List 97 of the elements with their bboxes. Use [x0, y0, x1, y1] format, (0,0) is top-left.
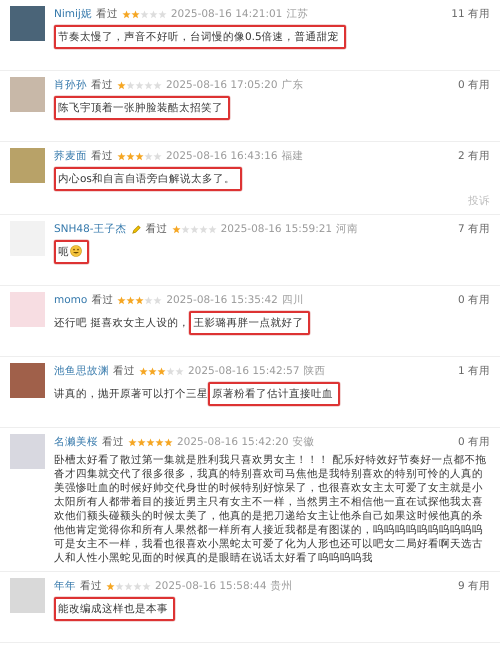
avatar-photo[interactable] — [10, 578, 45, 613]
star-icon — [198, 224, 208, 234]
comment-text: 节奏太慢了，声音不好听，台词慢的像0.5倍速，普通甜宠 — [58, 31, 339, 43]
star-icon — [157, 366, 166, 376]
star-icon — [148, 10, 158, 18]
helpful-count[interactable]: 7 有用 — [458, 221, 490, 237]
star-icon — [117, 296, 126, 304]
avatar-photo[interactable] — [10, 77, 45, 112]
comment-text: 能改编成这样也是本事 — [58, 603, 168, 615]
username-link[interactable]: SNH48-王子杰 — [54, 221, 127, 237]
star-icon — [106, 582, 115, 590]
helpful-count[interactable]: 0 有用 — [458, 292, 490, 308]
avatar-photo[interactable] — [10, 148, 45, 183]
star-icon — [140, 10, 149, 18]
helpful-count[interactable]: 1 有用 — [458, 363, 490, 379]
star-icon — [153, 296, 162, 304]
avatar-photo[interactable] — [10, 6, 45, 41]
star-icon — [122, 10, 131, 18]
star-icon — [155, 438, 164, 446]
username-link[interactable]: 名濑美桜 — [54, 434, 98, 450]
star-icon — [190, 224, 199, 234]
watched-status: 看过 — [91, 78, 113, 93]
comment-text: 呃 — [58, 246, 69, 258]
avatar-photo[interactable] — [10, 292, 45, 327]
star-icon — [144, 80, 153, 90]
star-icon — [172, 224, 181, 234]
star-icon — [115, 582, 124, 590]
username-link[interactable]: 年年 — [54, 578, 76, 594]
star-icon — [208, 224, 217, 234]
comment-time: 2025-08-16 15:58:44 — [155, 579, 267, 594]
star-icon — [126, 296, 136, 304]
watched-status: 看过 — [146, 222, 168, 237]
watched-status: 看过 — [113, 364, 135, 379]
star-icon — [126, 80, 135, 90]
comment-time: 2025-08-16 15:35:42 — [166, 293, 278, 308]
star-icon — [144, 152, 153, 160]
comment-time: 2025-08-16 16:43:16 — [166, 149, 278, 164]
comment-location: 广东 — [282, 78, 304, 93]
star-icon — [164, 438, 173, 446]
username-link[interactable]: 荞麦面 — [54, 148, 87, 164]
star-icon — [142, 582, 151, 590]
star-icon — [124, 582, 133, 590]
comment-text: 王影璐再胖一点就好了 — [193, 317, 304, 329]
star-icon — [128, 438, 137, 446]
comment-text: 还行吧 挺喜欢女主人设的， — [54, 317, 190, 329]
star-icon — [135, 80, 144, 90]
comment-location: 安徽 — [292, 435, 315, 450]
star-icon — [166, 366, 175, 376]
star-icon — [153, 80, 162, 90]
star-icon — [130, 10, 140, 18]
watched-status: 看过 — [102, 435, 124, 450]
star-icon — [153, 152, 162, 160]
watched-status: 看过 — [91, 293, 114, 308]
helpful-count[interactable]: 0 有用 — [458, 434, 490, 450]
username-link[interactable]: 池鱼思故渊 — [54, 363, 109, 379]
comment-location: 江苏 — [286, 7, 308, 22]
star-icon — [139, 366, 148, 376]
helpful-count[interactable]: 2 有用 — [458, 148, 490, 164]
star-icon — [175, 366, 184, 376]
comment-text: 讲真的，抛开原著可以打个三星 — [54, 388, 208, 400]
comment-text: 内心os和自言自语旁白解说太多了。 — [58, 173, 235, 185]
star-icon — [126, 152, 135, 160]
username-link[interactable]: Nimij妮 — [54, 6, 92, 22]
username-link[interactable]: 肖孙孙 — [54, 77, 87, 93]
comment-location: 四川 — [282, 293, 304, 308]
avatar-photo[interactable] — [10, 363, 45, 398]
username-link[interactable]: momo — [54, 292, 88, 308]
star-icon — [180, 224, 190, 234]
watched-status: 看过 — [96, 7, 118, 22]
comment-location: 陕西 — [304, 364, 326, 379]
comment-time: 2025-08-16 15:42:57 — [188, 364, 300, 379]
comment-time: 2025-08-16 17:05:20 — [166, 78, 278, 93]
star-icon — [133, 582, 142, 590]
star-icon — [117, 80, 126, 90]
helpful-count[interactable]: 11 有用 — [451, 6, 490, 22]
star-icon — [137, 438, 146, 446]
star-icon — [135, 296, 144, 304]
star-icon — [144, 296, 154, 304]
comment-time: 2025-08-16 14:21:01 — [170, 7, 282, 22]
star-icon — [146, 438, 155, 446]
comment-location: 贵州 — [270, 579, 293, 594]
comment-location: 河南 — [336, 222, 358, 237]
star-icon — [135, 152, 144, 160]
comment-location: 福建 — [282, 149, 304, 164]
comment-text: 原著粉看了估计直接吐血 — [212, 388, 333, 400]
comment-time: 2025-08-16 15:42:20 — [177, 435, 289, 450]
helpful-count[interactable]: 0 有用 — [458, 77, 490, 93]
comment-text: 陈飞宇顶着一张肿脸装酷太招笑了 — [58, 102, 223, 114]
watched-status: 看过 — [80, 579, 102, 594]
avatar-photo[interactable] — [10, 434, 45, 469]
helpful-count[interactable]: 9 有用 — [458, 578, 490, 594]
star-icon — [117, 152, 126, 160]
star-icon — [158, 10, 167, 18]
comment-text: 卧槽太好看了散过第一集就是胜利我只喜欢男女主！！！ 配乐好特效好节奏好一点都不拖沓才四集就交代了很多很多，我真的特别喜欢司马焦他是我特别喜欢的特别可怜的人真的美强惨吐血的时候好帅交代身世的时候特别好惊呆了，也很喜欢女主太可爱了女主就是小太阳所有人都带着目的接近男主只有女主不一样，当然男主不相信他一直在试探他我太喜欢他们额头碰额头的时候太美了，他真的是把刀递给女主让他杀自己如果这时候他真的杀他他肯定觉得你和所有人果然都一样所有人接近我都是有图谋的，呜呜呜呜呜呜呜呜呜呜可是女主不一样，我看也很喜欢小黑蛇太可爱了化为人形也还可以吧女二局好看啊天选古人和人性小黑蛇见面的时候真的是眼睛在说话太好看了呜呜呜呜我 — [54, 454, 486, 564]
comment-time: 2025-08-16 15:59:21 — [220, 222, 332, 237]
watched-status: 看过 — [91, 149, 113, 164]
star-icon — [148, 366, 157, 376]
